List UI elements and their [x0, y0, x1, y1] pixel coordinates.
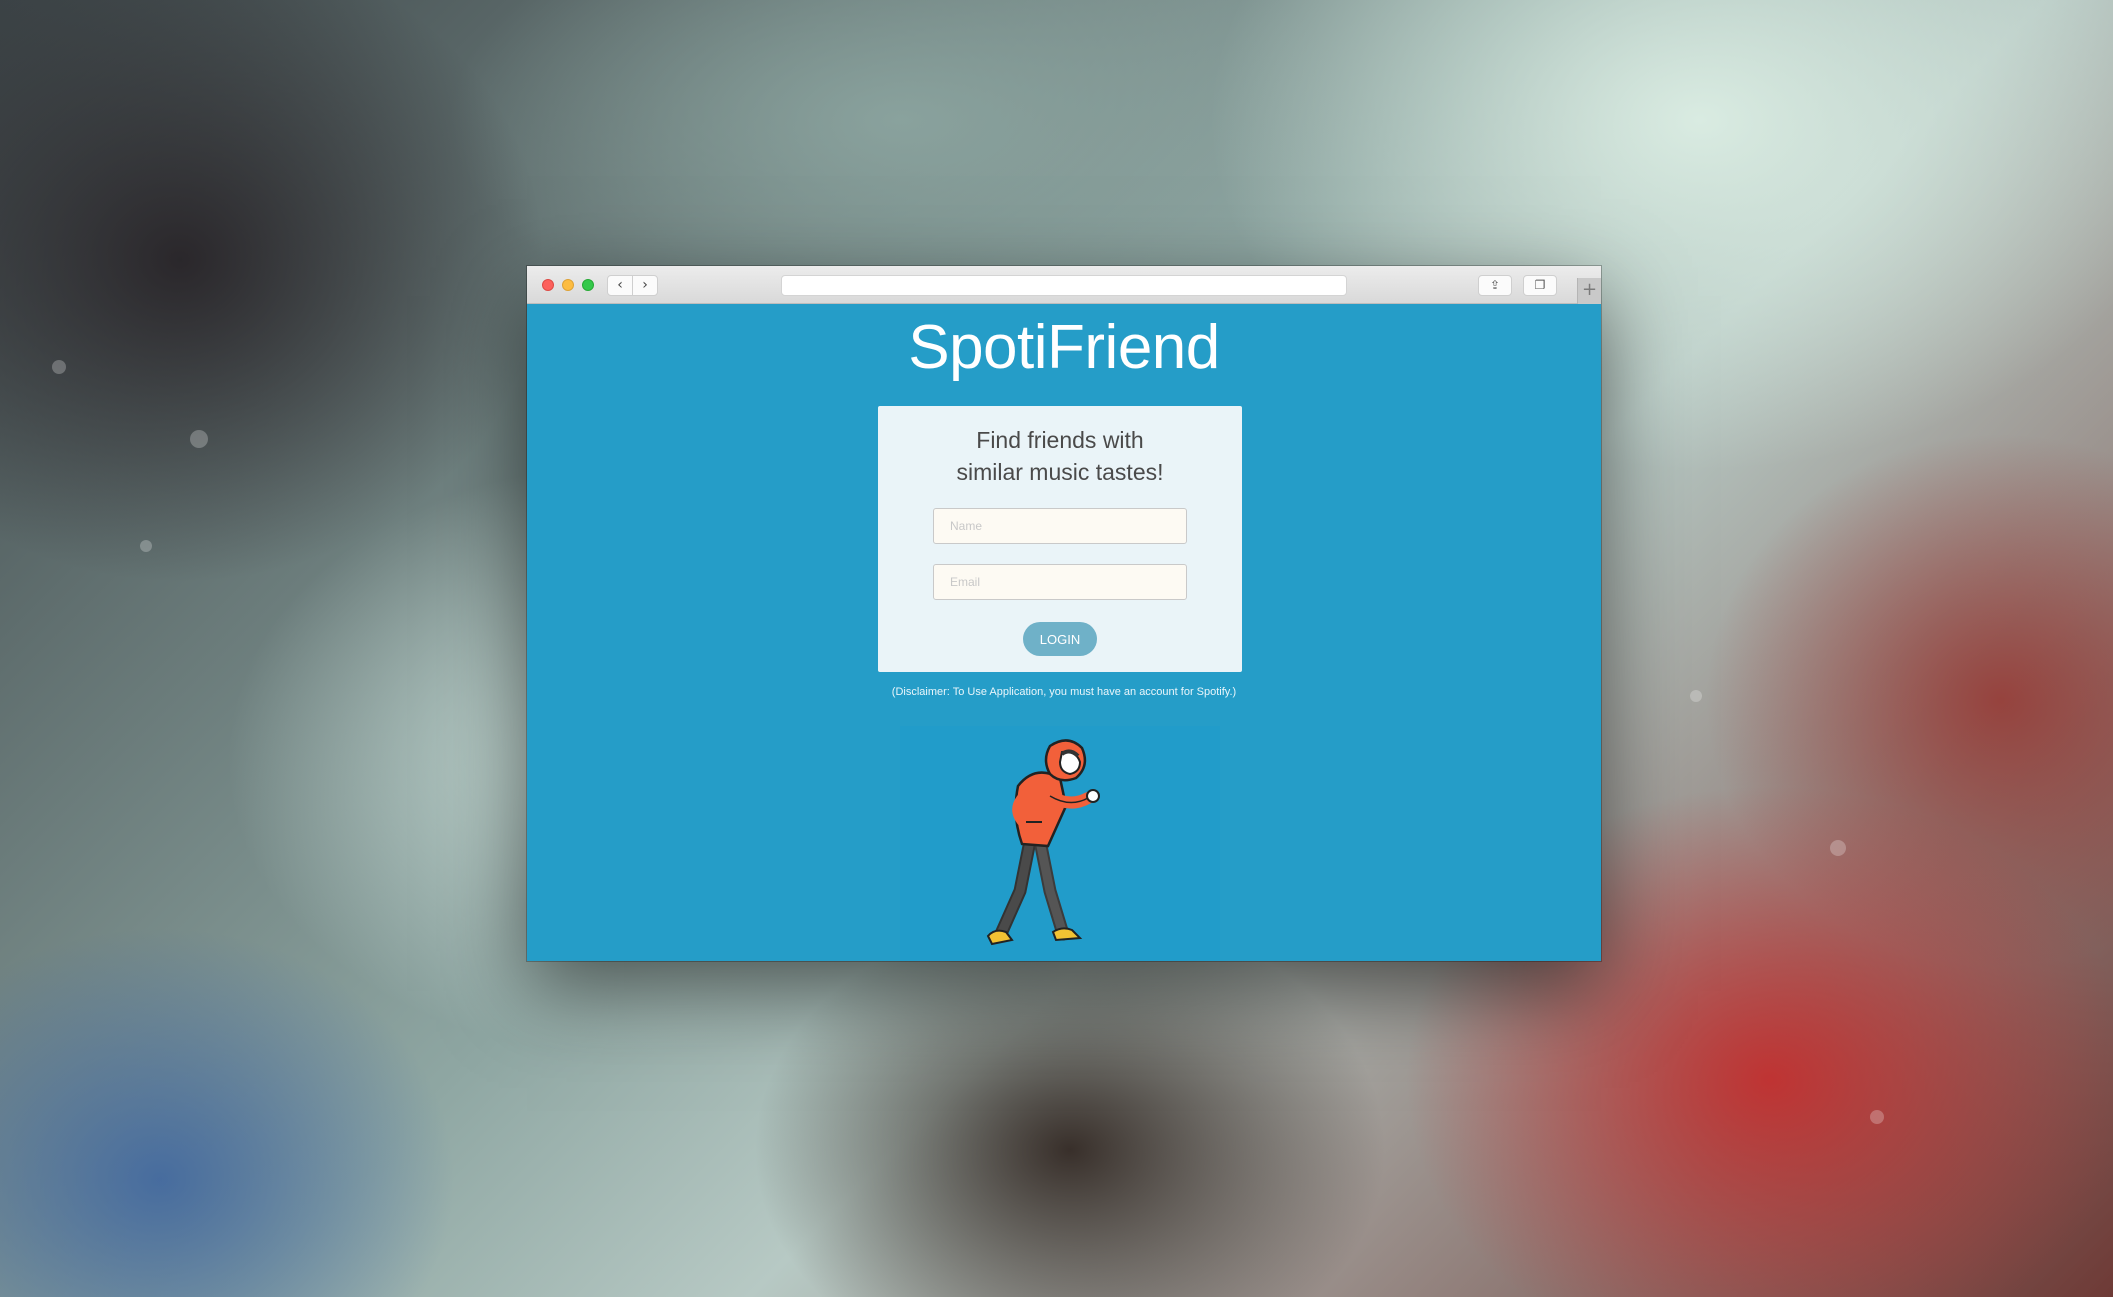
show-tabs-button[interactable]: ❐ — [1523, 275, 1557, 296]
bokeh-light — [52, 360, 66, 374]
chevron-left-icon: ‹ — [617, 277, 623, 293]
zoom-window-button[interactable] — [582, 279, 594, 291]
bokeh-light — [1830, 840, 1846, 856]
bokeh-light — [190, 430, 208, 448]
new-tab-button[interactable]: + — [1577, 278, 1601, 304]
browser-window: ‹ › ⇪ ❐ + SpotiFriend Find friends with … — [527, 266, 1601, 961]
tabs-icon: ❐ — [1534, 278, 1546, 292]
chevron-right-icon: › — [642, 277, 648, 293]
plus-icon: + — [1581, 279, 1598, 300]
tagline-line-1: Find friends with — [976, 427, 1144, 453]
tagline-line-2: similar music tastes! — [956, 459, 1164, 485]
bokeh-light — [140, 540, 152, 552]
browser-titlebar: ‹ › ⇪ ❐ + — [527, 266, 1601, 304]
disclaimer-text: (Disclaimer: To Use Application, you mus… — [891, 686, 1237, 698]
bokeh-light — [1870, 1110, 1884, 1124]
share-icon: ⇪ — [1489, 278, 1501, 292]
back-button[interactable]: ‹ — [607, 275, 633, 296]
page-title: SpotiFriend — [908, 313, 1220, 382]
address-bar[interactable] — [781, 275, 1347, 296]
share-button[interactable]: ⇪ — [1478, 275, 1512, 296]
bokeh-light — [1690, 690, 1702, 702]
minimize-window-button[interactable] — [562, 279, 574, 291]
web-page: SpotiFriend Find friends with similar mu… — [527, 304, 1601, 961]
tagline: Find friends with similar music tastes! — [878, 424, 1242, 488]
name-input[interactable] — [933, 508, 1187, 544]
person-in-hoodie-icon — [986, 739, 1100, 946]
login-card: Find friends with similar music tastes! … — [878, 406, 1242, 672]
walking-person-illustration — [900, 726, 1220, 961]
close-window-button[interactable] — [542, 279, 554, 291]
forward-button[interactable]: › — [632, 275, 658, 296]
login-button[interactable]: LOGIN — [1023, 622, 1097, 656]
email-input[interactable] — [933, 564, 1187, 600]
